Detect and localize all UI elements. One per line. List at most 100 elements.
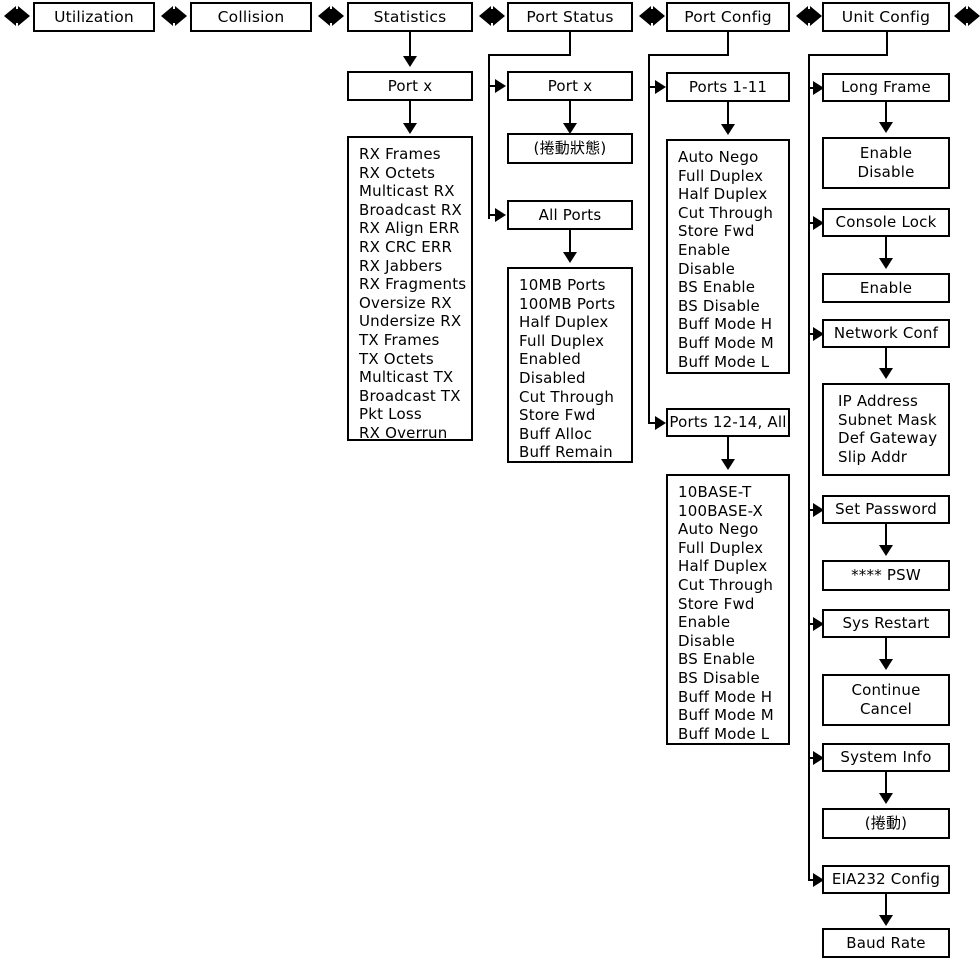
left-right-double-arrow-icon bbox=[639, 6, 665, 26]
arrow-right-icon bbox=[655, 80, 666, 94]
node-console-lock[interactable]: Console Lock bbox=[822, 208, 950, 237]
left-right-double-arrow-icon bbox=[318, 6, 344, 26]
list-item: (捲動) bbox=[864, 814, 908, 833]
arrow-down-icon bbox=[563, 252, 577, 263]
list-item: Half Duplex bbox=[678, 557, 768, 576]
list-item: Enable bbox=[859, 144, 913, 163]
list-ports-12-14-items[interactable]: 10BASE-T 100BASE-X Auto Nego Full Duplex… bbox=[666, 474, 790, 745]
arrow-down-icon bbox=[879, 915, 893, 926]
menu-tree-diagram: Utilization Collision Statistics Port St… bbox=[0, 0, 980, 960]
node-sys-restart[interactable]: Sys Restart bbox=[822, 609, 950, 638]
list-sys-restart-items[interactable]: Continue Cancel bbox=[822, 674, 950, 726]
node-statistics-port-x[interactable]: Port x bbox=[347, 71, 473, 101]
list-item: Enabled bbox=[519, 350, 582, 369]
connector-ports-1-11-drop bbox=[727, 102, 729, 126]
tab-unit-config[interactable]: Unit Config bbox=[822, 2, 950, 32]
list-item: Full Duplex bbox=[678, 166, 764, 185]
list-item: Auto Nego bbox=[678, 520, 759, 539]
node-ports-1-11-label: Ports 1-11 bbox=[688, 77, 768, 96]
list-item: RX CRC ERR bbox=[359, 237, 453, 256]
list-console-lock-items[interactable]: Enable bbox=[822, 273, 950, 303]
connector-set-password-drop bbox=[885, 524, 887, 547]
node-network-conf-label: Network Conf bbox=[833, 324, 939, 343]
list-ports-1-11-items[interactable]: Auto Nego Full Duplex Half Duplex Cut Th… bbox=[666, 139, 790, 374]
list-long-frame-items[interactable]: Enable Disable bbox=[822, 137, 950, 189]
node-system-info[interactable]: System Info bbox=[822, 743, 950, 772]
node-sys-restart-label: Sys Restart bbox=[842, 614, 930, 633]
tab-utilization[interactable]: Utilization bbox=[33, 2, 155, 32]
list-item: RX Frames bbox=[359, 145, 441, 163]
list-eia232-items[interactable]: Baud Rate bbox=[822, 928, 950, 958]
node-network-conf[interactable]: Network Conf bbox=[822, 319, 950, 348]
arrow-down-icon bbox=[879, 122, 893, 133]
list-item: RX Overrun bbox=[359, 423, 448, 442]
arrow-down-icon bbox=[879, 793, 893, 804]
node-all-ports[interactable]: All Ports bbox=[507, 200, 633, 230]
list-item: Cut Through bbox=[519, 387, 615, 406]
node-ports-12-14-all-label: Ports 12-14, All bbox=[669, 413, 787, 432]
list-item: Broadcast RX bbox=[359, 200, 463, 219]
list-item: Baud Rate bbox=[846, 933, 926, 952]
tab-port-status[interactable]: Port Status bbox=[507, 2, 633, 32]
list-item: Half Duplex bbox=[519, 313, 609, 332]
list-item: Disabled bbox=[519, 368, 586, 387]
list-item: Store Fwd bbox=[678, 222, 755, 241]
connector-port-config-elbow bbox=[648, 54, 729, 56]
arrow-down-icon bbox=[721, 124, 735, 135]
node-statistics-port-x-label: Port x bbox=[387, 76, 433, 95]
list-item: Slip Addr bbox=[838, 447, 908, 466]
tab-port-config-label: Port Config bbox=[684, 7, 772, 26]
tab-collision[interactable]: Collision bbox=[190, 2, 312, 32]
connector-port-config-stub bbox=[727, 32, 729, 56]
node-long-frame[interactable]: Long Frame bbox=[822, 73, 950, 102]
node-eia232-config[interactable]: EIA232 Config bbox=[822, 865, 950, 894]
arrow-down-icon bbox=[879, 368, 893, 379]
list-item: 10MB Ports bbox=[519, 276, 606, 294]
tab-collision-label: Collision bbox=[217, 7, 285, 26]
list-item: Auto Nego bbox=[678, 148, 759, 166]
list-item: RX Fragments bbox=[359, 275, 467, 294]
left-right-double-arrow-icon bbox=[954, 6, 980, 26]
tab-port-config[interactable]: Port Config bbox=[666, 2, 790, 32]
node-ports-12-14-all[interactable]: Ports 12-14, All bbox=[666, 408, 790, 437]
node-ports-1-11[interactable]: Ports 1-11 bbox=[666, 72, 790, 102]
list-item: Cut Through bbox=[678, 575, 774, 594]
list-item: Cancel bbox=[859, 700, 912, 718]
list-item: Def Gateway bbox=[838, 429, 938, 448]
connector-network-conf-drop bbox=[885, 348, 887, 370]
node-all-ports-label: All Ports bbox=[538, 205, 602, 224]
left-right-double-arrow-icon bbox=[161, 6, 187, 26]
node-port-status-scroll[interactable]: (捲動狀態) bbox=[507, 133, 633, 164]
list-item: Store Fwd bbox=[678, 594, 755, 613]
list-item: BS Disable bbox=[678, 668, 760, 687]
list-item: Pkt Loss bbox=[359, 405, 422, 424]
connector-sys-restart-drop bbox=[885, 638, 887, 661]
list-item: Enable bbox=[678, 240, 731, 259]
list-item: Disable bbox=[857, 163, 915, 181]
connector-port-status-port-drop bbox=[569, 101, 571, 125]
list-item: TX Octets bbox=[359, 349, 434, 368]
node-long-frame-label: Long Frame bbox=[841, 78, 931, 97]
list-item: Multicast TX bbox=[359, 368, 454, 387]
connector-port-config-bus bbox=[648, 54, 650, 423]
list-all-ports-items[interactable]: 10MB Ports 100MB Ports Half Duplex Full … bbox=[507, 267, 633, 463]
list-item: RX Octets bbox=[359, 163, 436, 182]
connector-unit-config-elbow bbox=[808, 54, 888, 56]
arrow-down-icon bbox=[403, 123, 417, 134]
node-console-lock-label: Console Lock bbox=[835, 213, 937, 232]
list-item: Cut Through bbox=[678, 203, 774, 222]
connector-statistics-port-drop bbox=[409, 101, 411, 125]
list-network-conf-items[interactable]: IP Address Subnet Mask Def Gateway Slip … bbox=[822, 383, 950, 476]
arrow-right-icon bbox=[495, 79, 506, 93]
list-item: 10BASE-T bbox=[678, 483, 752, 501]
tab-statistics[interactable]: Statistics bbox=[347, 2, 473, 32]
connector-statistics-drop bbox=[409, 32, 411, 58]
node-set-password[interactable]: Set Password bbox=[822, 495, 950, 524]
list-set-password-items[interactable]: **** PSW bbox=[822, 560, 950, 591]
list-statistics-counters[interactable]: RX Frames RX Octets Multicast RX Broadca… bbox=[347, 136, 473, 442]
list-item: Enable bbox=[859, 278, 913, 297]
list-system-info-items[interactable]: (捲動) bbox=[822, 808, 950, 839]
arrow-down-icon bbox=[403, 56, 417, 67]
node-port-status-port-x[interactable]: Port x bbox=[507, 71, 633, 101]
tab-utilization-label: Utilization bbox=[54, 7, 134, 26]
